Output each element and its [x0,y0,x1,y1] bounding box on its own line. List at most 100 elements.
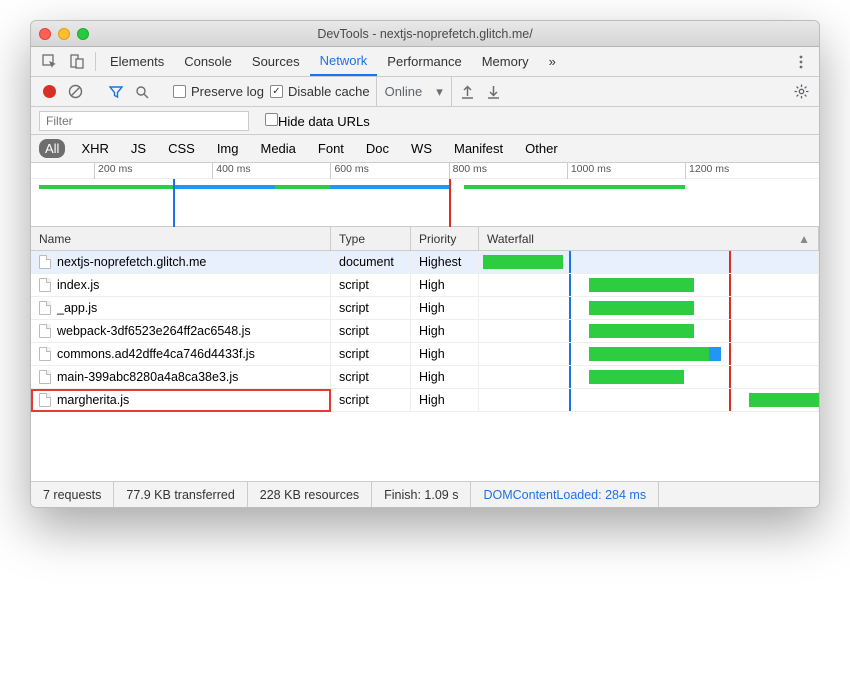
disable-cache-checkbox[interactable]: ✓Disable cache [270,84,370,99]
chevron-down-icon: ▾ [436,84,443,100]
request-priority: High [411,389,479,411]
status-finish: Finish: 1.09 s [372,482,471,507]
kebab-icon[interactable] [787,47,815,76]
table-row[interactable]: index.js scriptHigh [31,274,819,297]
upload-icon[interactable] [458,82,478,102]
filter-input[interactable] [39,111,249,131]
tab-performance[interactable]: Performance [377,47,471,76]
request-priority: Highest [411,251,479,273]
hide-data-urls-checkbox[interactable]: Hide data URLs [265,113,370,129]
file-icon [39,301,51,315]
file-icon [39,370,51,384]
timeline-overview[interactable]: 200 ms 400 ms 600 ms 800 ms 1000 ms 1200… [31,163,819,227]
tick: 600 ms [330,163,368,179]
tab-elements[interactable]: Elements [100,47,174,76]
request-type: script [331,274,411,296]
hide-data-urls-label: Hide data URLs [278,114,370,129]
devtools-window: DevTools - nextjs-noprefetch.glitch.me/ … [30,20,820,508]
file-icon [39,393,51,407]
request-priority: High [411,366,479,388]
clear-icon[interactable] [65,82,85,102]
tab-overflow[interactable]: » [539,47,566,76]
panel-tabs: Elements Console Sources Network Perform… [31,47,819,77]
table-row[interactable]: main-399abc8280a4a8ca38e3.js scriptHigh [31,366,819,389]
tab-console[interactable]: Console [174,47,242,76]
zoom-icon[interactable] [77,28,89,40]
search-icon[interactable] [132,82,152,102]
file-icon [39,278,51,292]
request-name: _app.js [57,301,97,315]
download-icon[interactable] [484,82,504,102]
sort-icon: ▲ [798,232,810,246]
waterfall-cell [479,320,819,342]
waterfall-cell [479,366,819,388]
filter-bar: Hide data URLs [31,107,819,135]
gear-icon[interactable] [791,82,811,102]
status-resources: 228 KB resources [248,482,372,507]
table-row[interactable]: margherita.js scriptHigh [31,389,819,412]
throttling-select[interactable]: Online ▾ [376,77,452,106]
tick: 1200 ms [685,163,729,179]
request-rows: nextjs-noprefetch.glitch.medocumentHighe… [31,251,819,481]
waterfall-cell [479,389,819,411]
chip-manifest[interactable]: Manifest [448,139,509,158]
request-type: script [331,389,411,411]
tab-network[interactable]: Network [310,47,378,76]
table-row[interactable]: commons.ad42dffe4ca746d4433f.jsscriptHig… [31,343,819,366]
network-toolbar: Preserve log ✓Disable cache Online ▾ [31,77,819,107]
status-transferred: 77.9 KB transferred [114,482,247,507]
chip-js[interactable]: JS [125,139,152,158]
tab-sources[interactable]: Sources [242,47,310,76]
type-filter-bar: All XHR JS CSS Img Media Font Doc WS Man… [31,135,819,163]
file-icon [39,324,51,338]
record-button[interactable] [39,82,59,102]
minimize-icon[interactable] [58,28,70,40]
request-name: index.js [57,278,99,292]
status-requests: 7 requests [31,482,114,507]
request-type: script [331,297,411,319]
request-name: webpack-3df6523e264ff2ac6548.js [57,324,251,338]
request-type: document [331,251,411,273]
table-row[interactable]: _app.js scriptHigh [31,297,819,320]
waterfall-cell [479,343,819,365]
col-type[interactable]: Type [331,227,411,250]
throttling-value: Online [385,84,423,99]
col-waterfall[interactable]: Waterfall▲ [479,227,819,250]
request-type: script [331,343,411,365]
table-row[interactable]: webpack-3df6523e264ff2ac6548.js scriptHig… [31,320,819,343]
request-priority: High [411,320,479,342]
request-name: margherita.js [57,393,129,407]
device-icon[interactable] [63,47,91,76]
chip-doc[interactable]: Doc [360,139,395,158]
waterfall-cell [479,297,819,319]
table-row[interactable]: nextjs-noprefetch.glitch.medocumentHighe… [31,251,819,274]
chip-other[interactable]: Other [519,139,564,158]
tab-memory[interactable]: Memory [472,47,539,76]
request-type: script [331,366,411,388]
request-type: script [331,320,411,342]
chip-font[interactable]: Font [312,139,350,158]
request-name: main-399abc8280a4a8ca38e3.js [57,370,238,384]
chip-media[interactable]: Media [254,139,301,158]
grid-header: Name Type Priority Waterfall▲ [31,227,819,251]
filter-icon[interactable] [106,82,126,102]
window-controls [39,28,89,40]
chip-css[interactable]: CSS [162,139,201,158]
chip-img[interactable]: Img [211,139,245,158]
inspect-icon[interactable] [35,47,63,76]
col-name[interactable]: Name [31,227,331,250]
waterfall-cell [479,251,819,273]
chip-ws[interactable]: WS [405,139,438,158]
close-icon[interactable] [39,28,51,40]
tick: 200 ms [94,163,132,179]
preserve-log-label: Preserve log [191,84,264,99]
window-title: DevTools - nextjs-noprefetch.glitch.me/ [31,27,819,41]
col-priority[interactable]: Priority [411,227,479,250]
chip-xhr[interactable]: XHR [75,139,114,158]
chip-all[interactable]: All [39,139,65,158]
request-priority: High [411,274,479,296]
tick: 400 ms [212,163,250,179]
request-priority: High [411,297,479,319]
titlebar: DevTools - nextjs-noprefetch.glitch.me/ [31,21,819,47]
preserve-log-checkbox[interactable]: Preserve log [173,84,264,99]
